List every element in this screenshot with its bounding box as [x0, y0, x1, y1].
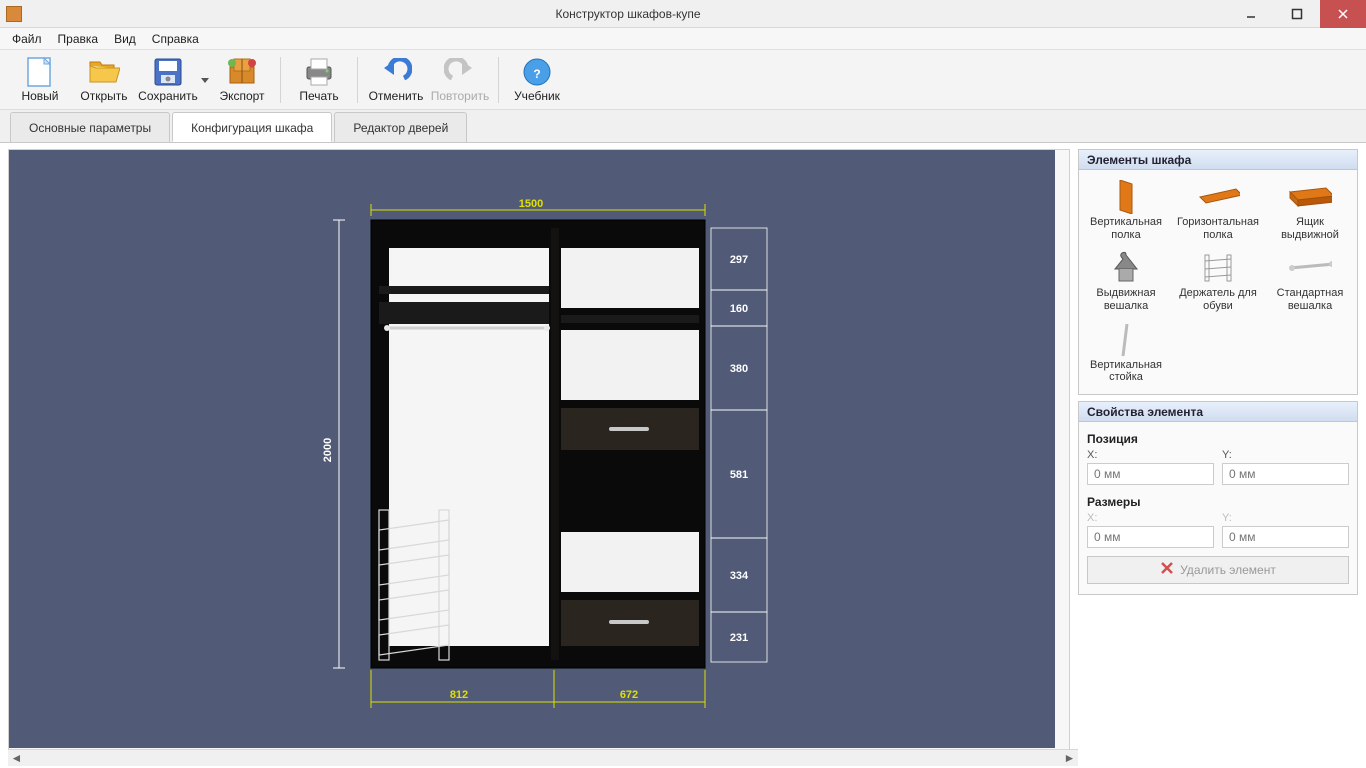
titlebar: Конструктор шкафов-купе — [0, 0, 1366, 28]
right-panel: Элементы шкафа Вертикальная полка Горизо… — [1078, 149, 1358, 762]
workspace: 1500 2000 297 160 380 — [0, 142, 1366, 768]
elements-panel-title: Элементы шкафа — [1079, 150, 1357, 170]
export-icon — [226, 56, 258, 88]
print-button[interactable]: Печать — [287, 52, 351, 108]
size-y-input[interactable] — [1222, 526, 1349, 548]
redo-button[interactable]: Повторить — [428, 52, 492, 108]
pos-y-input[interactable] — [1222, 463, 1349, 485]
canvas[interactable]: 1500 2000 297 160 380 — [9, 150, 1055, 748]
dim-right-6: 231 — [730, 632, 748, 644]
tab-basic-params[interactable]: Основные параметры — [10, 112, 170, 142]
close-button[interactable] — [1320, 0, 1366, 28]
dim-bottom-left: 812 — [450, 689, 468, 701]
horizontal-scrollbar[interactable]: ◄ ► — [8, 749, 1078, 766]
scroll-right-icon[interactable]: ► — [1061, 750, 1078, 767]
pos-x-label: X: — [1087, 449, 1214, 461]
vertical-rack-icon — [1104, 323, 1148, 357]
palette-horizontal-shelf[interactable]: Горизонтальная полка — [1173, 176, 1263, 245]
save-button[interactable]: Сохранить — [136, 52, 200, 108]
delete-icon — [1160, 561, 1174, 578]
menu-help[interactable]: Справка — [144, 30, 207, 48]
pull-hanger-icon — [1104, 251, 1148, 285]
tutorial-button[interactable]: ? Учебник — [505, 52, 569, 108]
position-group-title: Позиция — [1087, 428, 1349, 449]
size-x-label: X: — [1087, 512, 1214, 524]
vertical-shelf-icon — [1104, 180, 1148, 214]
open-button[interactable]: Открыть — [72, 52, 136, 108]
scroll-left-icon[interactable]: ◄ — [8, 750, 25, 767]
dim-right-3: 380 — [730, 363, 748, 375]
dim-right-5: 334 — [730, 570, 749, 582]
minimize-button[interactable] — [1228, 0, 1274, 28]
elements-panel: Элементы шкафа Вертикальная полка Горизо… — [1078, 149, 1358, 395]
menubar: Файл Правка Вид Справка — [0, 28, 1366, 50]
new-button[interactable]: Новый — [8, 52, 72, 108]
delete-button-label: Удалить элемент — [1180, 563, 1276, 577]
dim-right-1: 297 — [730, 254, 748, 266]
properties-panel: Свойства элемента Позиция X: Y: Размеры … — [1078, 401, 1358, 595]
palette-pull-hanger[interactable]: Выдвижная вешалка — [1081, 247, 1171, 316]
app-icon — [6, 6, 22, 22]
properties-panel-title: Свойства элемента — [1079, 402, 1357, 422]
menu-view[interactable]: Вид — [106, 30, 144, 48]
menu-edit[interactable]: Правка — [50, 30, 107, 48]
wardrobe-drawing: 1500 2000 297 160 380 — [9, 150, 1055, 748]
toolbar-separator — [498, 57, 499, 103]
tabs: Основные параметры Конфигурация шкафа Ре… — [0, 110, 1366, 142]
pos-y-label: Y: — [1222, 449, 1349, 461]
shoe-holder-icon — [1196, 251, 1240, 285]
standard-hanger-icon — [1288, 251, 1332, 285]
canvas-container: 1500 2000 297 160 380 — [8, 149, 1070, 762]
folder-open-icon — [88, 56, 120, 88]
svg-text:?: ? — [533, 67, 540, 81]
palette-vertical-rack[interactable]: Вертикальная стойка — [1081, 319, 1171, 388]
undo-icon — [380, 56, 412, 88]
menu-file[interactable]: Файл — [4, 30, 50, 48]
size-group-title: Размеры — [1087, 491, 1349, 512]
print-icon — [303, 56, 335, 88]
maximize-button[interactable] — [1274, 0, 1320, 28]
dim-total-width: 1500 — [519, 198, 543, 210]
palette-vertical-shelf[interactable]: Вертикальная полка — [1081, 176, 1171, 245]
pos-x-input[interactable] — [1087, 463, 1214, 485]
toolbar-separator — [357, 57, 358, 103]
palette-drawer[interactable]: Ящик выдвижной — [1265, 176, 1355, 245]
tab-config[interactable]: Конфигурация шкафа — [172, 112, 332, 142]
horizontal-shelf-icon — [1196, 180, 1240, 214]
toolbar-separator — [280, 57, 281, 103]
palette-shoe-holder[interactable]: Держатель для обуви — [1173, 247, 1263, 316]
export-button[interactable]: Экспорт — [210, 52, 274, 108]
save-icon — [152, 56, 184, 88]
dim-right-4: 581 — [730, 469, 748, 481]
dim-right-2: 160 — [730, 303, 748, 315]
toolbar: Новый Открыть Сохранить Экспорт Печать О… — [0, 50, 1366, 110]
tab-door-editor[interactable]: Редактор дверей — [334, 112, 467, 142]
window-title: Конструктор шкафов-купе — [28, 7, 1228, 21]
size-x-input[interactable] — [1087, 526, 1214, 548]
redo-icon — [444, 56, 476, 88]
undo-button[interactable]: Отменить — [364, 52, 428, 108]
dim-bottom-right: 672 — [620, 689, 638, 701]
delete-element-button[interactable]: Удалить элемент — [1087, 556, 1349, 584]
drawer-icon — [1288, 180, 1332, 214]
size-y-label: Y: — [1222, 512, 1349, 524]
help-icon: ? — [521, 56, 553, 88]
palette-standard-hanger[interactable]: Стандартная вешалка — [1265, 247, 1355, 316]
canvas-viewport[interactable]: 1500 2000 297 160 380 — [9, 150, 1069, 761]
save-dropdown[interactable] — [200, 52, 210, 108]
dim-total-height: 2000 — [322, 438, 334, 462]
new-file-icon — [24, 56, 56, 88]
